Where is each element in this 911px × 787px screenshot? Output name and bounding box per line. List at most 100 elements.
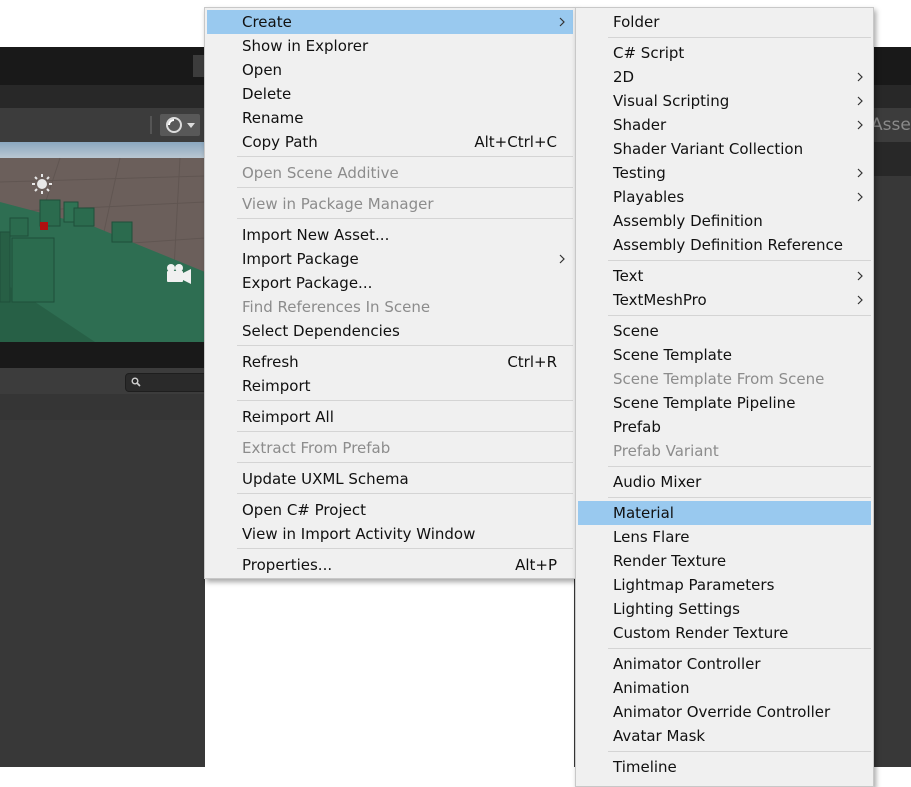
- create-menu-item-animator-override-controller[interactable]: Animator Override Controller: [578, 700, 871, 724]
- create-menu-item-playables[interactable]: Playables: [578, 185, 871, 209]
- project-panel-header: [0, 394, 205, 421]
- menu-item-label: Animator Controller: [613, 655, 761, 673]
- menu-item-label: Scene: [613, 322, 659, 340]
- create-menu-item-textmeshpro[interactable]: TextMeshPro: [578, 288, 871, 312]
- create-menu-item-avatar-mask[interactable]: Avatar Mask: [578, 724, 871, 748]
- menu-item-label: Refresh: [242, 353, 299, 371]
- menu-item-label: Material: [613, 504, 674, 522]
- menu-item-label: Extract From Prefab: [242, 439, 391, 457]
- menu-separator: [237, 462, 573, 463]
- create-menu-item-lightmap-parameters[interactable]: Lightmap Parameters: [578, 573, 871, 597]
- menu-separator: [608, 751, 871, 752]
- menu-item-label: Scene Template: [613, 346, 732, 364]
- menu-item-label: Visual Scripting: [613, 92, 730, 110]
- directional-light-icon: [32, 174, 52, 194]
- create-menu-item-audio-mixer[interactable]: Audio Mixer: [578, 470, 871, 494]
- menu-item-label: C# Script: [613, 44, 685, 62]
- create-menu-item-folder[interactable]: Folder: [578, 10, 871, 34]
- menu-item-label: Reimport All: [242, 408, 334, 426]
- create-menu-item-shader[interactable]: Shader: [578, 113, 871, 137]
- context-menu-item-copy-path[interactable]: Copy Path Alt+Ctrl+C: [207, 130, 573, 154]
- menu-item-label: Testing: [613, 164, 666, 182]
- menu-item-label: Reimport: [242, 377, 311, 395]
- create-menu-item-lens-flare[interactable]: Lens Flare: [578, 525, 871, 549]
- context-menu-item-select-dependencies[interactable]: Select Dependencies: [207, 319, 573, 343]
- create-submenu: Folder C# Script 2D Visual Scripting Shader S…: [575, 7, 874, 787]
- menu-item-label: Find References In Scene: [242, 298, 431, 316]
- create-menu-item-testing[interactable]: Testing: [578, 161, 871, 185]
- create-menu-item-prefab[interactable]: Prefab: [578, 415, 871, 439]
- create-menu-item-material[interactable]: Material: [578, 501, 871, 525]
- context-menu-item-export-package[interactable]: Export Package...: [207, 271, 573, 295]
- create-menu-item-scene-template-pipeline[interactable]: Scene Template Pipeline: [578, 391, 871, 415]
- menu-item-label: Properties...: [242, 556, 333, 574]
- context-menu-item-reimport-all[interactable]: Reimport All: [207, 405, 573, 429]
- menu-separator: [608, 260, 871, 261]
- menu-item-shortcut: Ctrl+R: [507, 353, 557, 371]
- menu-item-label: Shader: [613, 116, 667, 134]
- scene-view[interactable]: [0, 142, 206, 343]
- context-menu-item-import-new-asset[interactable]: Import New Asset...: [207, 223, 573, 247]
- menu-item-label: Open C# Project: [242, 501, 366, 519]
- create-menu-item-assembly-definition-reference[interactable]: Assembly Definition Reference: [578, 233, 871, 257]
- create-menu-item-animation[interactable]: Animation: [578, 676, 871, 700]
- create-menu-item-shader-variant-collection[interactable]: Shader Variant Collection: [578, 137, 871, 161]
- create-menu-item-custom-render-texture[interactable]: Custom Render Texture: [578, 621, 871, 645]
- menu-item-label: Animator Override Controller: [613, 703, 831, 721]
- create-menu-item-prefab-variant: Prefab Variant: [578, 439, 871, 463]
- context-menu-item-find-references-in-scene: Find References In Scene: [207, 295, 573, 319]
- context-menu-item-open-c-project[interactable]: Open C# Project: [207, 498, 573, 522]
- create-menu-item-assembly-definition[interactable]: Assembly Definition: [578, 209, 871, 233]
- chevron-right-icon: [857, 72, 863, 82]
- sphere-gizmo-icon: [166, 117, 195, 133]
- chevron-right-icon: [857, 96, 863, 106]
- context-menu-item-view-in-import-activity-window[interactable]: View in Import Activity Window: [207, 522, 573, 546]
- panel-divider: [0, 342, 205, 368]
- menu-item-label: Lens Flare: [613, 528, 690, 546]
- menu-separator: [608, 497, 871, 498]
- gizmo-dropdown-button[interactable]: [160, 114, 200, 136]
- create-menu-item-scene-template[interactable]: Scene Template: [578, 343, 871, 367]
- menu-separator: [237, 548, 573, 549]
- asset-store-tab-label[interactable]: Asse: [871, 115, 911, 135]
- menu-item-label: Copy Path: [242, 133, 318, 151]
- menu-item-label: Shader Variant Collection: [613, 140, 804, 158]
- menu-separator: [237, 156, 573, 157]
- create-menu-item-text[interactable]: Text: [578, 264, 871, 288]
- context-menu-item-properties[interactable]: Properties... Alt+P: [207, 553, 573, 577]
- menu-item-label: Assembly Definition: [613, 212, 763, 230]
- menu-item-label: Folder: [613, 13, 660, 31]
- context-menu-item-rename[interactable]: Rename: [207, 106, 573, 130]
- menu-item-label: Create: [242, 13, 292, 31]
- menu-item-label: Delete: [242, 85, 292, 103]
- context-menu-item-view-in-package-manager: View in Package Manager: [207, 192, 573, 216]
- menu-item-label: TextMeshPro: [613, 291, 707, 309]
- create-menu-item-timeline[interactable]: Timeline: [578, 755, 871, 779]
- create-menu-item-render-texture[interactable]: Render Texture: [578, 549, 871, 573]
- create-menu-item-visual-scripting[interactable]: Visual Scripting: [578, 89, 871, 113]
- menu-item-label: Animation: [613, 679, 690, 697]
- context-menu-item-refresh[interactable]: Refresh Ctrl+R: [207, 350, 573, 374]
- menu-item-label: Select Dependencies: [242, 322, 400, 340]
- menu-separator: [608, 648, 871, 649]
- create-menu-item-2d[interactable]: 2D: [578, 65, 871, 89]
- menu-item-label: Render Texture: [613, 552, 727, 570]
- context-menu-item-delete[interactable]: Delete: [207, 82, 573, 106]
- menu-separator: [237, 400, 573, 401]
- context-menu-item-create[interactable]: Create: [207, 10, 573, 34]
- create-menu-item-animator-controller[interactable]: Animator Controller: [578, 652, 871, 676]
- context-menu-item-reimport[interactable]: Reimport: [207, 374, 573, 398]
- menu-item-label: Custom Render Texture: [613, 624, 789, 642]
- context-menu-item-update-uxml-schema[interactable]: Update UXML Schema: [207, 467, 573, 491]
- create-menu-item-lighting-settings[interactable]: Lighting Settings: [578, 597, 871, 621]
- menu-item-label: Audio Mixer: [613, 473, 702, 491]
- context-menu: Create Show in Explorer Open Delete Rename Co…: [204, 7, 576, 579]
- menu-item-shortcut: Alt+P: [515, 556, 557, 574]
- context-menu-item-show-in-explorer[interactable]: Show in Explorer: [207, 34, 573, 58]
- context-menu-item-import-package[interactable]: Import Package: [207, 247, 573, 271]
- context-menu-item-open[interactable]: Open: [207, 58, 573, 82]
- create-menu-item-c-script[interactable]: C# Script: [578, 41, 871, 65]
- create-menu-item-scene[interactable]: Scene: [578, 319, 871, 343]
- chevron-right-icon: [559, 254, 565, 264]
- menu-separator: [608, 37, 871, 38]
